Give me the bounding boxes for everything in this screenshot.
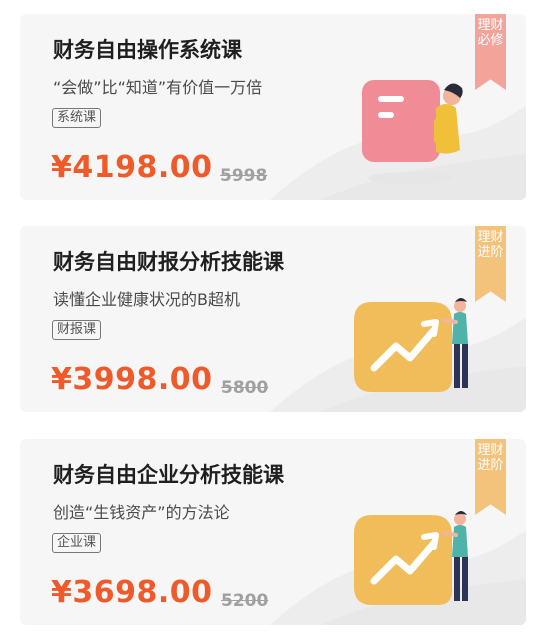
ribbon-label: 理财必修: [477, 18, 504, 48]
course-price: ¥3998.00: [51, 362, 213, 397]
course-tag: 财报课: [52, 320, 102, 340]
trend-chart-person-icon: [354, 511, 468, 605]
document-person-icon: [362, 80, 463, 184]
course-card-system[interactable]: 财务自由操作系统课 “会做”比“知道”有价值一万倍 系统课 ¥4198.00 5…: [20, 14, 526, 200]
course-tag: 系统课: [52, 108, 102, 128]
ribbon-label: 理财进阶: [477, 230, 504, 260]
course-title: 财务自由操作系统课: [53, 38, 242, 62]
course-title: 财务自由企业分析技能课: [53, 463, 284, 487]
course-subtitle: 创造“生钱资产”的方法论: [53, 503, 230, 522]
course-subtitle: “会做”比“知道”有价值一万倍: [53, 78, 263, 97]
course-price: ¥3698.00: [51, 575, 213, 610]
ribbon-label: 理财进阶: [477, 443, 504, 473]
original-price: 5200: [221, 591, 269, 611]
course-card-enterprise[interactable]: 财务自由企业分析技能课 创造“生钱资产”的方法论 企业课 ¥3698.00 52…: [20, 439, 526, 625]
course-title: 财务自由财报分析技能课: [53, 250, 284, 274]
course-subtitle: 读懂企业健康状况的B超机: [53, 290, 240, 309]
course-card-financial-report[interactable]: 财务自由财报分析技能课 读懂企业健康状况的B超机 财报课 ¥3998.00 58…: [20, 226, 526, 412]
course-price: ¥4198.00: [51, 150, 213, 185]
course-tag: 企业课: [52, 533, 102, 553]
original-price: 5998: [220, 166, 268, 186]
original-price: 5800: [221, 378, 269, 398]
trend-chart-person-icon: [354, 298, 468, 392]
